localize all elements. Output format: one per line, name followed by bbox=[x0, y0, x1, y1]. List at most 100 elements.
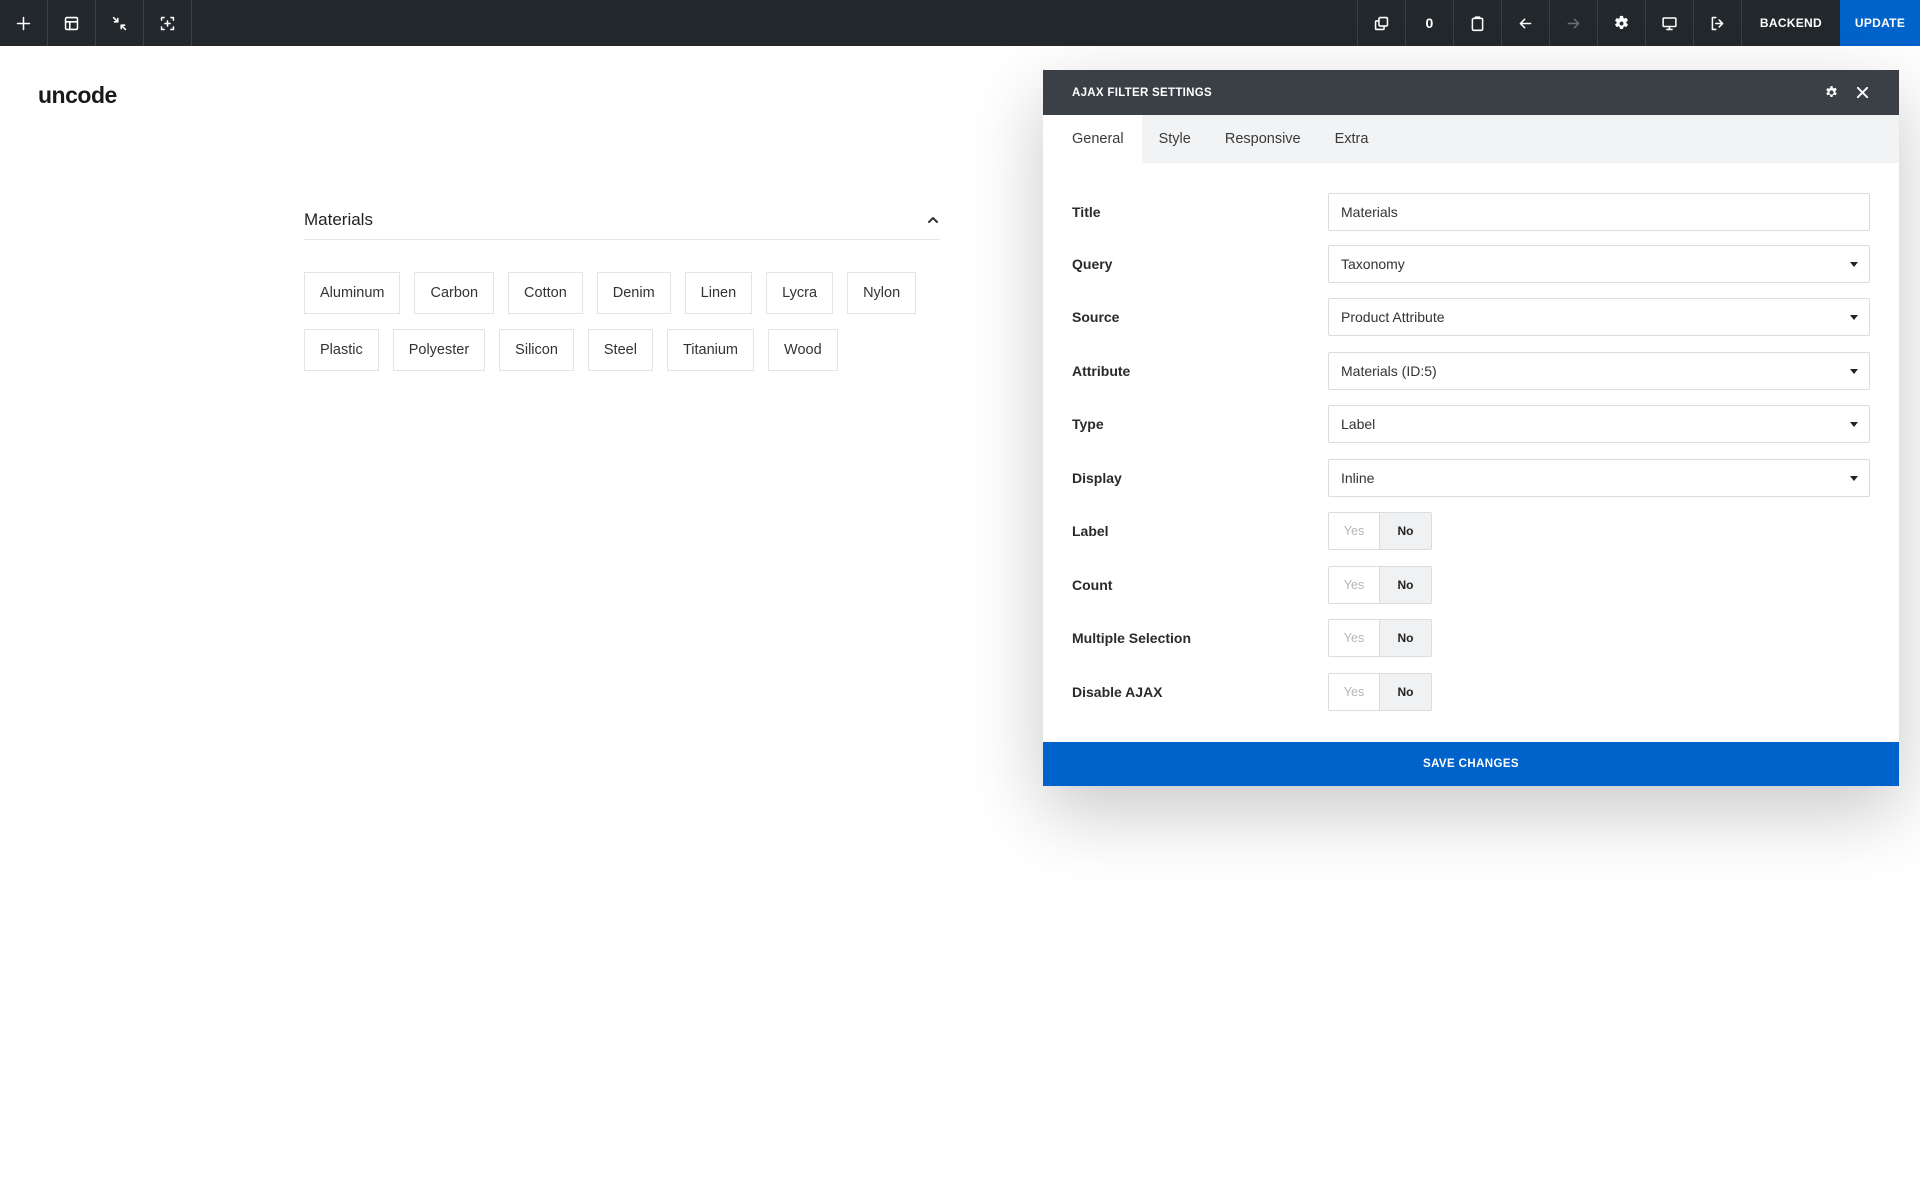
responsive-preview-button[interactable] bbox=[1644, 0, 1693, 46]
collapse-button[interactable] bbox=[96, 0, 144, 46]
modal-header-actions bbox=[1824, 85, 1870, 100]
multiple-selection-toggle-row: Multiple Selection Yes No bbox=[1072, 619, 1870, 657]
exit-icon bbox=[1711, 16, 1724, 30]
count-toggle-no[interactable]: No bbox=[1380, 567, 1431, 603]
count-toggle-row: Count Yes No bbox=[1072, 566, 1870, 604]
tab-extra[interactable]: Extra bbox=[1318, 115, 1386, 163]
close-icon[interactable] bbox=[1855, 85, 1870, 100]
filter-chip[interactable]: Carbon bbox=[414, 272, 495, 314]
source-select-value: Product Attribute bbox=[1341, 309, 1445, 325]
tab-responsive[interactable]: Responsive bbox=[1208, 115, 1318, 163]
filter-chip[interactable]: Aluminum bbox=[304, 272, 401, 314]
clipboard-count-value: 0 bbox=[1425, 15, 1434, 31]
save-changes-button[interactable]: SAVE CHANGES bbox=[1043, 742, 1899, 786]
clipboard-button[interactable] bbox=[1452, 0, 1501, 46]
filter-chip[interactable]: Lycra bbox=[766, 272, 834, 314]
source-row: Source Product Attribute bbox=[1072, 298, 1870, 336]
filter-chip[interactable]: Wood bbox=[768, 329, 838, 371]
query-select[interactable]: Taxonomy bbox=[1328, 245, 1870, 283]
title-row: Title Materials bbox=[1072, 193, 1870, 231]
count-toggle-yes[interactable]: Yes bbox=[1329, 567, 1380, 603]
gear-icon[interactable] bbox=[1824, 85, 1839, 100]
disable-ajax-label: Disable AJAX bbox=[1072, 684, 1163, 700]
filter-chip[interactable]: Linen bbox=[684, 272, 753, 314]
duplicate-icon bbox=[1374, 16, 1389, 30]
modal-tabs: General Style Responsive Extra bbox=[1043, 115, 1899, 163]
gear-icon bbox=[1615, 15, 1628, 29]
filter-header[interactable]: Materials bbox=[304, 200, 940, 240]
title-label: Title bbox=[1072, 204, 1101, 220]
count-toggle: Yes No bbox=[1328, 566, 1432, 604]
display-label: Display bbox=[1072, 470, 1122, 486]
type-row: Type Label bbox=[1072, 405, 1870, 443]
caret-down-icon bbox=[1850, 476, 1858, 481]
filter-chip[interactable]: Silicon bbox=[499, 329, 574, 371]
title-input[interactable]: Materials bbox=[1328, 193, 1870, 231]
multiple-selection-label: Multiple Selection bbox=[1072, 630, 1192, 646]
redo-button[interactable] bbox=[1548, 0, 1597, 46]
exit-button[interactable] bbox=[1692, 0, 1741, 46]
attribute-select[interactable]: Materials (ID:5) bbox=[1328, 352, 1870, 390]
tab-general[interactable]: General bbox=[1043, 115, 1142, 163]
filter-chip[interactable]: Polyester bbox=[392, 329, 486, 371]
site-logo[interactable]: uncode bbox=[38, 82, 117, 109]
label-toggle: Yes No bbox=[1328, 512, 1432, 550]
settings-button[interactable] bbox=[1596, 0, 1645, 46]
disable-ajax-toggle: Yes No bbox=[1328, 673, 1432, 711]
filter-chip[interactable]: Denim bbox=[596, 272, 671, 314]
minimize-icon bbox=[112, 16, 127, 30]
type-select[interactable]: Label bbox=[1328, 405, 1870, 443]
query-label: Query bbox=[1072, 256, 1113, 272]
modal-header[interactable]: AJAX FILTER SETTINGS bbox=[1043, 70, 1899, 115]
filter-chip-list: Aluminum Carbon Cotton Denim Linen Lycra… bbox=[304, 272, 944, 371]
filter-chip[interactable]: Nylon bbox=[847, 272, 917, 314]
undo-button[interactable] bbox=[1500, 0, 1549, 46]
caret-down-icon bbox=[1850, 422, 1858, 427]
display-select[interactable]: Inline bbox=[1328, 459, 1870, 497]
filter-chip[interactable]: Titanium bbox=[666, 329, 755, 371]
toolbar-left-group bbox=[0, 0, 192, 46]
label-toggle-row: Label Yes No bbox=[1072, 512, 1870, 550]
caret-down-icon bbox=[1850, 369, 1858, 374]
display-select-value: Inline bbox=[1341, 470, 1375, 486]
disable-ajax-no[interactable]: No bbox=[1380, 674, 1431, 710]
query-row: Query Taxonomy bbox=[1072, 245, 1870, 283]
disable-ajax-yes[interactable]: Yes bbox=[1329, 674, 1380, 710]
layout-icon bbox=[64, 16, 79, 30]
filter-chip[interactable]: Steel bbox=[587, 329, 653, 371]
count-toggle-label: Count bbox=[1072, 577, 1113, 593]
update-button[interactable]: UPDATE bbox=[1840, 0, 1920, 46]
caret-down-icon bbox=[1850, 262, 1858, 267]
label-toggle-yes[interactable]: Yes bbox=[1329, 513, 1380, 549]
layout-button[interactable] bbox=[48, 0, 96, 46]
multiple-selection-yes[interactable]: Yes bbox=[1329, 620, 1380, 656]
filter-chip[interactable]: Plastic bbox=[304, 329, 379, 371]
type-select-value: Label bbox=[1341, 416, 1376, 432]
filter-chip[interactable]: Cotton bbox=[508, 272, 583, 314]
disable-ajax-toggle-row: Disable AJAX Yes No bbox=[1072, 673, 1870, 711]
chevron-up-icon[interactable] bbox=[926, 213, 940, 227]
multiple-selection-toggle: Yes No bbox=[1328, 619, 1432, 657]
type-label: Type bbox=[1072, 416, 1104, 432]
top-toolbar: 0 BACKEND UPDATE bbox=[0, 0, 1920, 46]
redo-icon bbox=[1567, 17, 1580, 29]
label-toggle-label: Label bbox=[1072, 523, 1109, 539]
attribute-row: Attribute Materials (ID:5) bbox=[1072, 352, 1870, 390]
attribute-label: Attribute bbox=[1072, 363, 1131, 379]
source-select[interactable]: Product Attribute bbox=[1328, 298, 1870, 336]
clipboard-count[interactable]: 0 bbox=[1404, 0, 1453, 46]
select-add-button[interactable] bbox=[144, 0, 192, 46]
modal-title: AJAX FILTER SETTINGS bbox=[1072, 86, 1212, 99]
clipboard-icon bbox=[1471, 15, 1484, 31]
backend-button[interactable]: BACKEND bbox=[1740, 0, 1840, 46]
ajax-filter-settings-modal: AJAX FILTER SETTINGS General Style Respo… bbox=[1043, 70, 1899, 786]
label-toggle-no[interactable]: No bbox=[1380, 513, 1431, 549]
add-element-button[interactable] bbox=[0, 0, 48, 46]
multiple-selection-no[interactable]: No bbox=[1380, 620, 1431, 656]
materials-filter-widget: Materials Aluminum Carbon Cotton Denim L… bbox=[304, 200, 940, 371]
tab-style[interactable]: Style bbox=[1142, 115, 1208, 163]
select-add-icon bbox=[160, 16, 175, 30]
duplicate-button[interactable] bbox=[1356, 0, 1405, 46]
source-label: Source bbox=[1072, 309, 1120, 325]
undo-icon bbox=[1519, 17, 1532, 29]
